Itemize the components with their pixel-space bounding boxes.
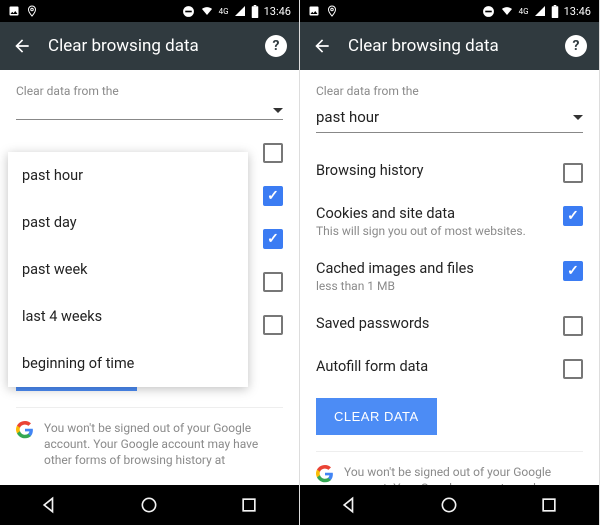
time-range-dropdown: past hour past day past week last 4 week… [8,152,248,387]
row-label: Cached images and files [316,260,555,277]
nav-recent-icon[interactable] [239,495,259,515]
location-icon [326,5,338,17]
image-icon [308,5,320,17]
help-icon[interactable]: ? [565,35,587,57]
battery-icon [251,5,259,18]
nav-home-icon[interactable] [439,495,459,515]
dropdown-option[interactable]: past hour [8,152,248,199]
dnd-icon [182,5,195,18]
wifi-icon [200,5,214,17]
time-range-select[interactable]: past hour [316,104,583,133]
checkbox[interactable] [563,163,583,183]
row-sublabel: This will sign you out of most websites. [316,224,555,238]
footer-text: You won't be signed out of your Google a… [44,420,283,469]
page-title: Clear browsing data [348,36,549,56]
footer-note: You won't be signed out of your Google a… [16,407,283,469]
clear-data-button[interactable]: CLEAR DATA [316,398,437,435]
status-bar: 4G 13:46 [300,0,599,22]
nav-bar [300,485,599,525]
checkbox[interactable] [263,315,283,335]
checkbox[interactable] [563,261,583,281]
back-icon[interactable] [312,36,332,56]
battery-icon [551,5,559,18]
time-range-label: Clear data from the [16,84,283,98]
signal-icon [234,5,246,17]
checkbox[interactable] [263,143,283,163]
nav-back-icon[interactable] [40,495,60,515]
image-icon [8,5,20,17]
status-bar: 4G 13:46 [0,0,299,22]
time-range-select[interactable] [16,104,283,120]
list-item-cached[interactable]: Cached images and files less than 1 MB [316,249,583,304]
screen-left: 4G 13:46 Clear browsing data ? Clear dat… [0,0,300,525]
dropdown-option[interactable]: past week [8,246,248,293]
dropdown-option[interactable]: last 4 weeks [8,293,248,340]
wifi-icon [500,5,514,17]
clock: 13:46 [264,5,291,18]
network-label: 4G [219,7,229,16]
network-label: 4G [519,7,529,16]
signal-icon [534,5,546,17]
list-item-browsing-history[interactable]: Browsing history [316,151,583,194]
list-item-saved-passwords[interactable]: Saved passwords [316,304,583,347]
page-title: Clear browsing data [48,36,249,56]
list-item-autofill[interactable]: Autofill form data [316,347,583,390]
location-icon [26,5,38,17]
list-item-cookies[interactable]: Cookies and site data This will sign you… [316,194,583,249]
row-sublabel: less than 1 MB [316,279,555,293]
checkbox[interactable] [263,229,283,249]
footer-note: You won't be signed out of your Google a… [316,451,583,485]
chevron-down-icon [273,108,283,113]
dropdown-option[interactable]: beginning of time [8,340,248,387]
dropdown-option[interactable]: past day [8,199,248,246]
google-logo-icon [316,465,334,483]
nav-bar [0,485,299,525]
back-icon[interactable] [12,36,32,56]
row-label: Saved passwords [316,315,555,332]
chevron-down-icon [573,115,583,120]
time-range-value: past hour [316,108,379,126]
content-area: Clear data from the Saved passwords Auto… [0,70,299,485]
checkbox[interactable] [563,206,583,226]
nav-back-icon[interactable] [340,495,360,515]
row-label: Autofill form data [316,358,555,375]
app-bar: Clear browsing data ? [300,22,599,70]
nav-recent-icon[interactable] [539,495,559,515]
checkbox[interactable] [563,359,583,379]
clock: 13:46 [564,5,591,18]
row-label: Browsing history [316,162,555,179]
nav-home-icon[interactable] [139,495,159,515]
content-area: Clear data from the past hour Browsing h… [300,70,599,485]
help-icon[interactable]: ? [265,35,287,57]
checkbox[interactable] [563,316,583,336]
time-range-label: Clear data from the [316,84,583,98]
checkbox[interactable] [263,186,283,206]
dnd-icon [482,5,495,18]
footer-text: You won't be signed out of your Google a… [344,464,583,485]
screen-right: 4G 13:46 Clear browsing data ? Clear dat… [300,0,600,525]
google-logo-icon [16,421,34,439]
row-label: Cookies and site data [316,205,555,222]
checkbox[interactable] [263,272,283,292]
app-bar: Clear browsing data ? [0,22,299,70]
